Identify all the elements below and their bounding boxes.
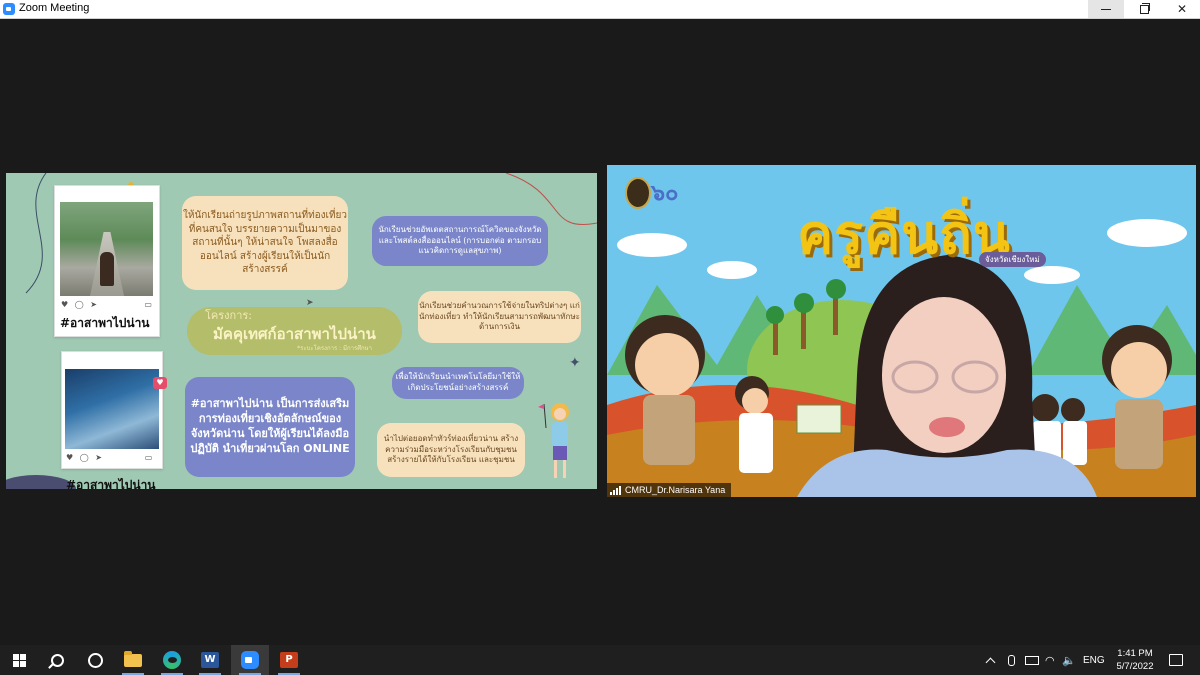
battery-icon bbox=[1025, 655, 1039, 665]
minimize-icon bbox=[1101, 8, 1111, 10]
taskbar-zoom[interactable] bbox=[231, 645, 269, 675]
taskbar-edge[interactable] bbox=[153, 645, 191, 675]
card-caption: #อาสาพาไปน่าน bbox=[66, 478, 156, 489]
technology-bubble: เพื่อให้นักเรียนนำเทคโนโลยีมาใช้ให้เกิดป… bbox=[392, 367, 524, 399]
university-seal-logo bbox=[625, 177, 651, 209]
window-title: Zoom Meeting bbox=[19, 2, 90, 14]
minimize-button[interactable] bbox=[1088, 0, 1124, 18]
task-view-button[interactable] bbox=[76, 645, 114, 675]
photo-task-bubble: ให้นักเรียนถ่ายรูปภาพสถานที่ท่องเที่ยวที… bbox=[182, 196, 348, 290]
powerpoint-icon: P bbox=[280, 652, 298, 668]
show-hidden-icons-button[interactable] bbox=[985, 645, 999, 675]
wifi-tray-icon[interactable]: ◠ bbox=[1045, 645, 1055, 675]
participant-name-tag: CMRU_Dr.Narisara Yana bbox=[607, 483, 732, 497]
notification-center-button[interactable] bbox=[1162, 645, 1190, 675]
microphone-tray-icon[interactable] bbox=[1008, 645, 1015, 675]
card-caption: #อาสาพาไปน่าน bbox=[60, 316, 150, 330]
project-title-bubble: โครงการ: มัคคุเทศก์อาสาพาไปน่าน *ระบะโคร… bbox=[187, 307, 402, 355]
project-subtext: *ระบะโครงการ : มีการศึกษา bbox=[297, 344, 372, 352]
taskbar-clock[interactable]: 1:41 PM 5/7/2022 bbox=[1110, 647, 1160, 673]
taskbar-powerpoint[interactable]: P bbox=[270, 645, 308, 675]
microphone-icon bbox=[1008, 654, 1015, 666]
windows-taskbar: W P ◠ 🔈 ENG 1:41 PM 5/7/2022 bbox=[0, 645, 1200, 675]
start-button[interactable] bbox=[0, 645, 38, 675]
clock-time: 1:41 PM bbox=[1117, 648, 1153, 659]
participant-video-tile[interactable]: ๖๐ ครูคืนถิ่น จังหวัดเชียงใหม่ CMRU_Dr.N… bbox=[607, 165, 1196, 497]
cortana-icon bbox=[87, 652, 103, 668]
photo-card-road: ♥ ◯ ➤ ▭ #อาสาพาไปน่าน bbox=[54, 185, 160, 337]
taskbar-word[interactable]: W bbox=[191, 645, 229, 675]
battery-tray-icon[interactable] bbox=[1025, 645, 1039, 675]
close-icon: ✕ bbox=[1176, 2, 1188, 16]
notification-icon bbox=[1169, 654, 1183, 666]
participant-name: CMRU_Dr.Narisara Yana bbox=[625, 485, 726, 495]
hashtag-description-bubble: #อาสาพาไปน่าน เป็นการส่งเสริมการท่องเที่… bbox=[185, 377, 355, 477]
close-button[interactable]: ✕ bbox=[1164, 0, 1200, 18]
project-label: โครงการ: bbox=[205, 309, 252, 323]
anniversary-logo: ๖๐ bbox=[651, 181, 679, 206]
project-name: มัคคุเทศก์อาสาพาไปน่าน bbox=[213, 325, 376, 344]
taskbar-file-explorer[interactable] bbox=[114, 645, 152, 675]
restore-icon bbox=[1139, 2, 1150, 14]
folder-icon bbox=[124, 650, 142, 667]
income-bubble: นำไปต่อยอดทำทัวร์ท่องเที่ยวน่าน สร้างควา… bbox=[377, 423, 525, 477]
banner-title: ครูคืนถิ่น bbox=[797, 203, 1011, 266]
budget-bubble: นักเรียนช่วยคำนวณการใช้จ่ายในทริปต่างๆ แ… bbox=[418, 291, 581, 343]
girl-illustration bbox=[538, 403, 569, 478]
volume-tray-icon[interactable]: 🔈 bbox=[1062, 645, 1076, 675]
word-icon: W bbox=[201, 652, 219, 668]
shared-screen-tile[interactable]: ♥ ◯ ➤ ▭ #อาสาพาไปน่าน ♥ ♥ ◯ ➤ ▭ #อาสาพาไ… bbox=[6, 173, 597, 489]
signal-bars-icon bbox=[610, 485, 621, 495]
search-button[interactable] bbox=[38, 645, 76, 675]
title-bar: Zoom Meeting ✕ bbox=[0, 0, 1200, 19]
zoom-icon bbox=[241, 651, 259, 669]
building-photo bbox=[65, 369, 159, 449]
heart-icon: ♥ bbox=[153, 377, 167, 389]
windows-logo-icon bbox=[12, 653, 26, 667]
banner-subtitle: จังหวัดเชียงใหม่ bbox=[979, 252, 1046, 267]
chevron-up-icon bbox=[985, 657, 996, 667]
post-actions-icons: ♥ ◯ ➤ ▭ bbox=[66, 453, 155, 462]
sparkle-icon: ✦ bbox=[569, 355, 581, 371]
edge-icon bbox=[163, 651, 181, 669]
cursor-icon: ➤ bbox=[306, 298, 314, 308]
input-language-indicator[interactable]: ENG bbox=[1083, 645, 1105, 675]
road-photo bbox=[60, 202, 153, 296]
covid-update-bubble: นักเรียนช่วยอัพเดตสถานการณ์โควิดของจังหว… bbox=[372, 216, 548, 266]
search-icon bbox=[50, 653, 64, 667]
clock-date: 5/7/2022 bbox=[1116, 661, 1154, 672]
post-actions-icons: ♥ ◯ ➤ ▭ bbox=[61, 300, 154, 309]
photo-card-building: ♥ ♥ ◯ ➤ ▭ bbox=[61, 351, 167, 469]
zoom-app-icon bbox=[3, 3, 15, 15]
restore-button[interactable] bbox=[1126, 0, 1162, 18]
